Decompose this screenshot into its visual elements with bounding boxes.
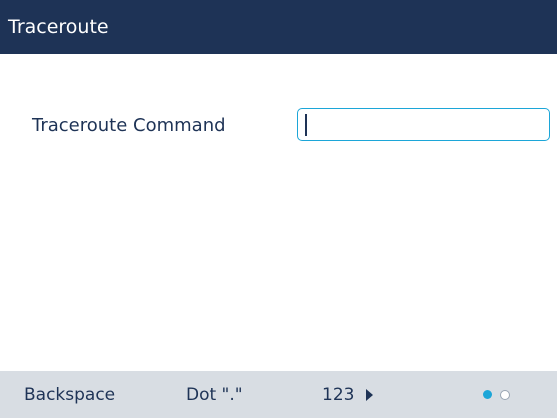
traceroute-command-label: Traceroute Command (32, 114, 226, 136)
page-dot-active-icon (483, 390, 492, 399)
page-title: Traceroute (8, 15, 109, 38)
title-bar: Traceroute (0, 0, 557, 54)
text-caret (305, 114, 307, 136)
page-dot-inactive-icon (500, 389, 510, 400)
play-arrow-icon (366, 388, 374, 401)
dot-softkey-label: Dot "." (186, 384, 243, 405)
backspace-softkey[interactable]: Backspace (24, 371, 115, 418)
traceroute-command-input[interactable] (297, 108, 550, 141)
dot-softkey[interactable]: Dot "." (186, 371, 243, 418)
traceroute-screen: Traceroute Traceroute Command Backspace … (0, 0, 557, 418)
input-mode-softkey[interactable]: 123 (322, 371, 374, 418)
page-indicator (483, 371, 510, 418)
softkey-bar: Backspace Dot "." 123 (0, 371, 557, 418)
input-mode-softkey-label: 123 (322, 384, 355, 405)
backspace-softkey-label: Backspace (24, 384, 116, 405)
